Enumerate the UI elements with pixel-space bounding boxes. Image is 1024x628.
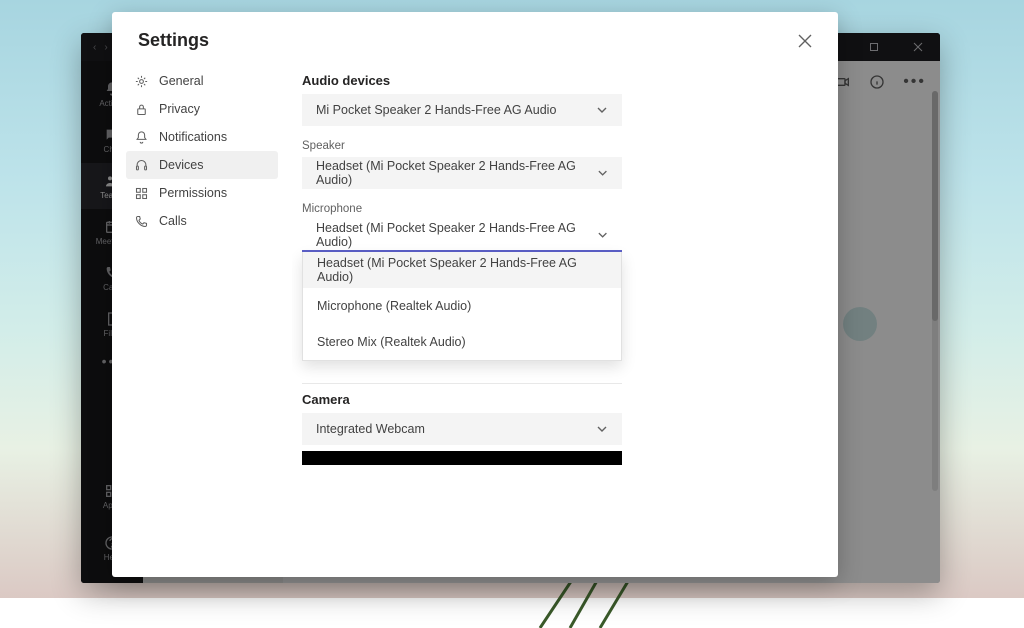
nav-notifications-label: Notifications [159,130,227,144]
nav-notifications[interactable]: Notifications [126,123,278,151]
nav-permissions-label: Permissions [159,186,227,200]
nav-general[interactable]: General [126,67,278,95]
camera-select[interactable]: Integrated Webcam [302,413,622,445]
audio-device-value: Mi Pocket Speaker 2 Hands-Free AG Audio [316,103,556,117]
nav-privacy-label: Privacy [159,102,200,116]
microphone-select[interactable]: Headset (Mi Pocket Speaker 2 Hands-Free … [302,220,622,252]
nav-calls[interactable]: Calls [126,207,278,235]
lock-icon [134,102,149,117]
close-icon[interactable] [798,34,812,48]
nav-calls-label: Calls [159,214,187,228]
nav-privacy[interactable]: Privacy [126,95,278,123]
nav-permissions[interactable]: Permissions [126,179,278,207]
chevron-down-icon [596,423,608,435]
microphone-option-label: Headset (Mi Pocket Speaker 2 Hands-Free … [317,256,607,284]
nav-general-label: General [159,74,203,88]
microphone-option-label: Stereo Mix (Realtek Audio) [317,335,466,349]
grid-icon [134,186,149,201]
microphone-dropdown: Headset (Mi Pocket Speaker 2 Hands-Free … [302,252,622,361]
camera-section-title: Camera [302,392,802,407]
camera-value: Integrated Webcam [316,422,425,436]
dialog-title: Settings [138,30,209,51]
speaker-value: Headset (Mi Pocket Speaker 2 Hands-Free … [316,159,597,187]
settings-nav: General Privacy Notifications Devices Pe… [112,61,292,577]
speaker-select[interactable]: Headset (Mi Pocket Speaker 2 Hands-Free … [302,157,622,189]
audio-section-title: Audio devices [302,73,802,88]
microphone-option[interactable]: Headset (Mi Pocket Speaker 2 Hands-Free … [303,252,621,288]
gear-icon [134,74,149,89]
bell-icon [134,130,149,145]
chevron-down-icon [596,104,608,116]
nav-devices[interactable]: Devices [126,151,278,179]
microphone-label: Microphone [302,203,802,215]
microphone-option[interactable]: Stereo Mix (Realtek Audio) [303,324,621,360]
camera-preview [302,451,622,465]
chevron-down-icon [597,167,608,179]
microphone-option-label: Microphone (Realtek Audio) [317,299,471,313]
chevron-down-icon [597,229,608,241]
headset-icon [134,158,149,173]
divider [302,383,622,384]
microphone-value: Headset (Mi Pocket Speaker 2 Hands-Free … [316,221,597,249]
microphone-option[interactable]: Microphone (Realtek Audio) [303,288,621,324]
audio-device-select[interactable]: Mi Pocket Speaker 2 Hands-Free AG Audio [302,94,622,126]
settings-content: Audio devices Mi Pocket Speaker 2 Hands-… [292,61,838,577]
nav-devices-label: Devices [159,158,203,172]
speaker-label: Speaker [302,140,802,152]
phone-icon [134,214,149,229]
settings-dialog: Settings General Privacy Notifications D… [112,12,838,577]
